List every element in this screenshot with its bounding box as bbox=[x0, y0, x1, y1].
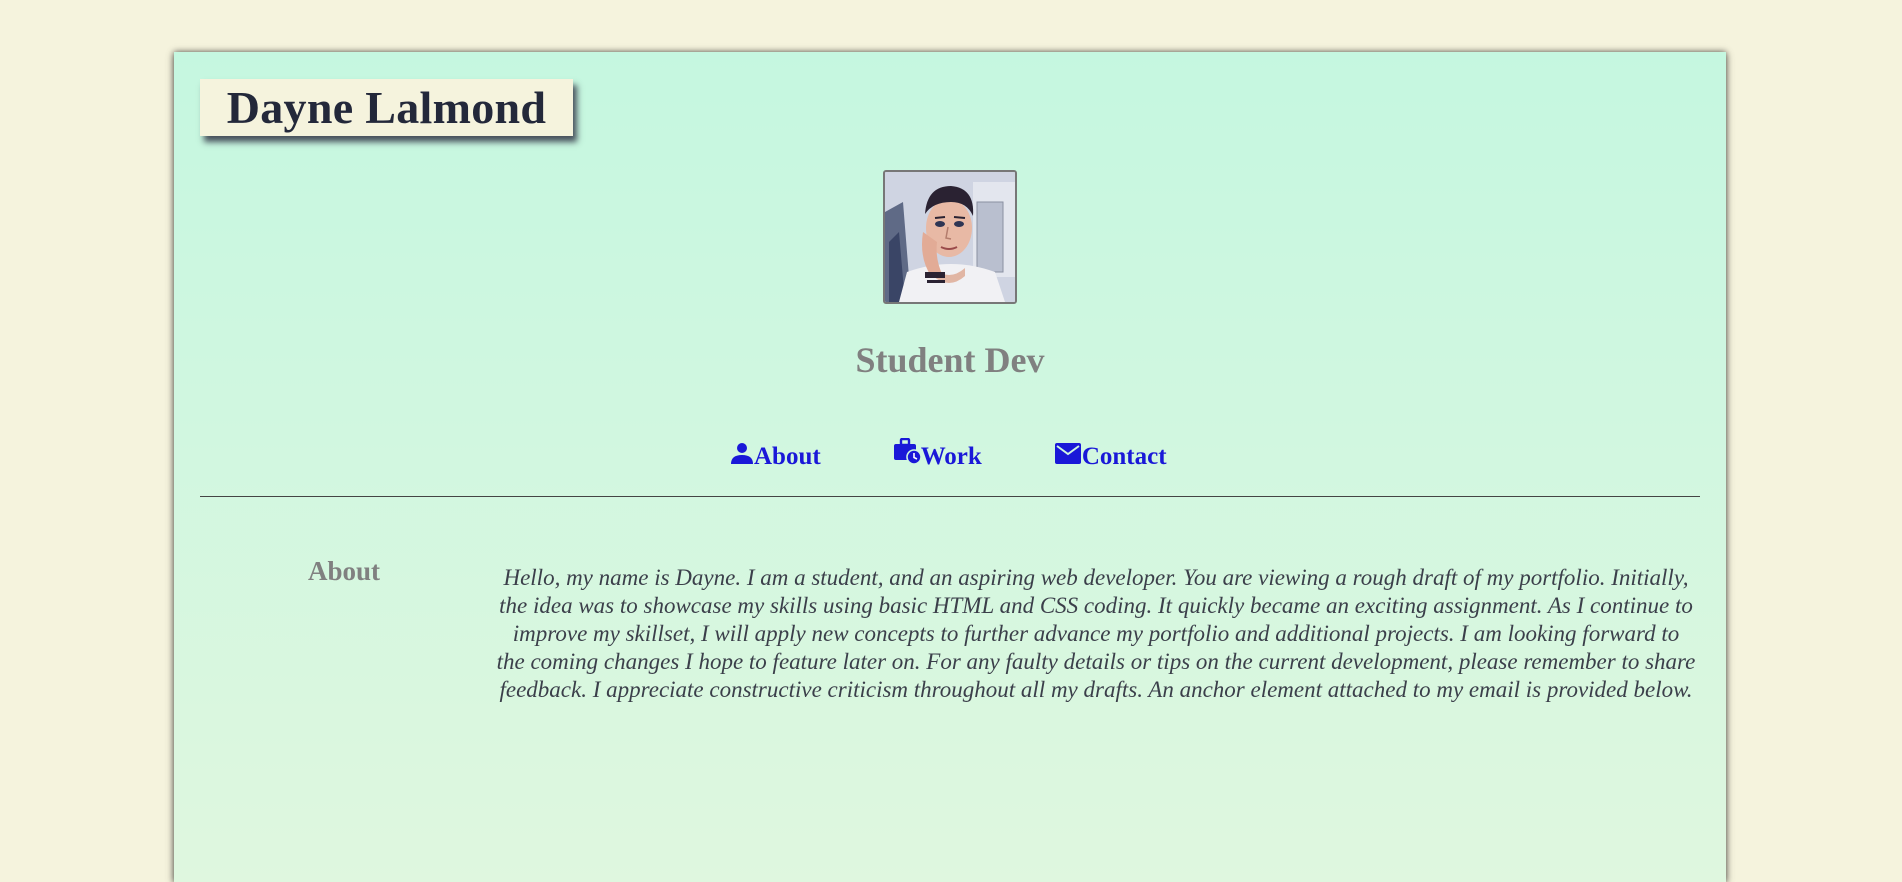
nav-label-work: Work bbox=[920, 443, 982, 470]
about-body: Hello, my name is Dayne. I am a student,… bbox=[496, 565, 1696, 702]
site-title: Dayne Lalmond bbox=[226, 82, 547, 133]
nav-link-work[interactable]: Work bbox=[893, 438, 982, 471]
section-divider bbox=[200, 496, 1700, 497]
main-nav: About Work Contact bbox=[730, 438, 1167, 471]
envelope-icon bbox=[1054, 443, 1081, 464]
nav-label-about: About bbox=[754, 443, 821, 470]
nav-link-about[interactable]: About bbox=[730, 441, 821, 471]
portfolio-card: Dayne Lalmond Student Dev About Work Con… bbox=[174, 52, 1726, 882]
about-heading: About bbox=[308, 556, 381, 586]
nav-link-contact[interactable]: Contact bbox=[1054, 442, 1167, 471]
name-banner: Dayne Lalmond bbox=[200, 79, 573, 136]
portrait-image bbox=[885, 172, 1015, 302]
avatar bbox=[883, 170, 1017, 304]
subtitle: Student Dev bbox=[855, 340, 1045, 380]
nav-label-contact: Contact bbox=[1081, 443, 1167, 470]
person-icon bbox=[731, 443, 753, 464]
briefcase-clock-icon bbox=[893, 438, 921, 465]
